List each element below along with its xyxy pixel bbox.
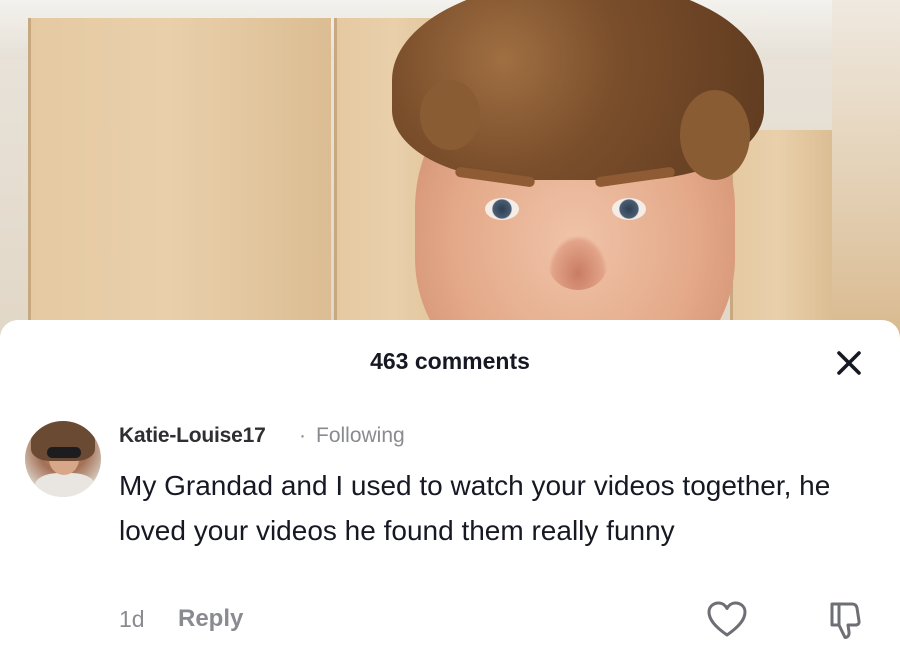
thumbs-down-icon[interactable] [826, 599, 866, 641]
comments-count-title: 463 comments [370, 348, 530, 374]
reply-button[interactable]: Reply [178, 605, 243, 633]
avatar[interactable] [25, 421, 101, 497]
heart-outline-icon[interactable] [706, 600, 748, 640]
comment-username[interactable]: Katie-Louise17 [119, 424, 266, 448]
close-icon[interactable] [832, 346, 866, 380]
sunglasses [47, 447, 81, 458]
right-eye [612, 198, 646, 220]
left-eye [485, 198, 519, 220]
comment-text: My Grandad and I used to watch your vide… [119, 470, 831, 546]
separator-dot: · [299, 424, 306, 447]
following-label: Following [316, 424, 405, 447]
video-background [0, 0, 900, 345]
comment-age: 1d [119, 606, 145, 632]
comments-sheet: 463 comments Katie-Louise17 · Following … [0, 320, 900, 668]
